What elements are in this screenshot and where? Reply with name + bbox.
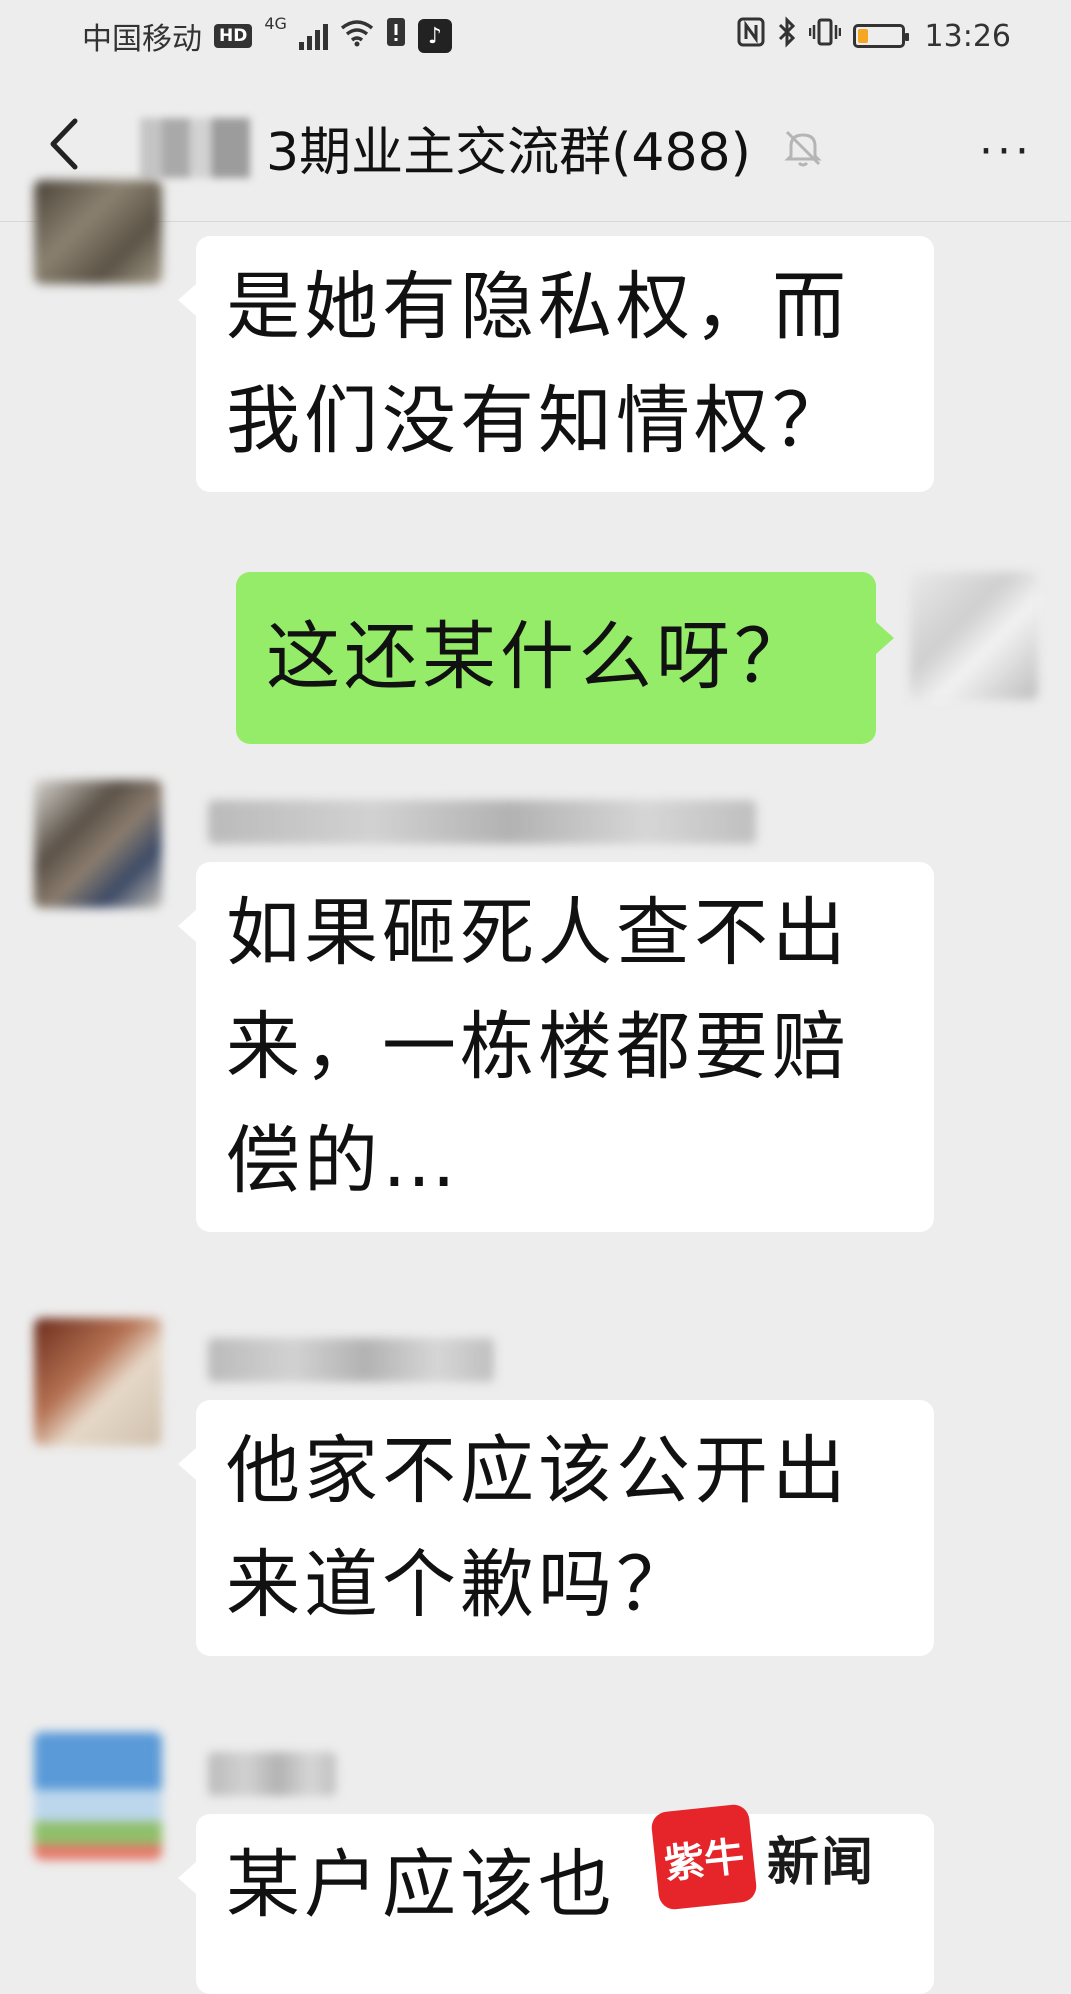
news-watermark: 紫牛 新闻: [650, 1803, 876, 1911]
message-line: 如果砸死人查不出: [226, 890, 850, 976]
message-line: 偿的…: [226, 1118, 460, 1204]
message-line: 来道个歉吗？: [226, 1542, 694, 1628]
chevron-left-icon: [50, 118, 78, 170]
message-line: 他家不应该公开出: [226, 1428, 850, 1514]
vibrate-icon: [808, 17, 841, 55]
status-bar: 中国移动 HD 4G ♪ 13:26: [0, 0, 1071, 72]
avatar[interactable]: [34, 780, 162, 908]
watermark-brand: 新闻: [767, 1831, 876, 1893]
watermark-logo: 紫牛: [650, 1803, 758, 1911]
message-line: 来，一栋楼都要赔: [226, 1004, 850, 1090]
carrier-label: 中国移动: [82, 22, 202, 57]
message-bubble[interactable]: 他家不应该公开出 来道个歉吗？: [178, 1400, 934, 1656]
sim-alert-icon: [386, 17, 406, 55]
avatar[interactable]: [34, 1732, 162, 1860]
status-bar-right: 13:26: [737, 16, 1011, 56]
chat-title-area[interactable]: 3期业主交流群(488): [140, 110, 825, 185]
bluetooth-icon: [777, 16, 797, 56]
avatar-self[interactable]: [910, 572, 1038, 700]
back-button[interactable]: [34, 114, 94, 174]
tiktok-icon: ♪: [417, 19, 452, 53]
message-line: 我们没有知情权？: [226, 378, 850, 464]
mute-bell-icon: [784, 130, 822, 166]
message-line: 这还某什么呀？: [266, 614, 812, 700]
status-bar-left: 中国移动 HD 4G ♪: [82, 14, 452, 58]
sender-nickname-redacted: [208, 800, 756, 844]
redacted-group-name: [140, 117, 250, 178]
hd-badge: HD: [214, 24, 253, 48]
clock: 13:26: [924, 18, 1011, 54]
battery-icon: [852, 24, 909, 48]
sender-nickname-redacted: [208, 1752, 336, 1796]
wifi-icon: [340, 19, 374, 54]
message-bubble[interactable]: 如果砸死人查不出 来，一栋楼都要赔 偿的…: [178, 862, 934, 1232]
message-line: 是她有隐私权，而: [226, 264, 850, 350]
avatar[interactable]: [34, 180, 162, 284]
more-options-button[interactable]: ···: [979, 126, 1033, 177]
avatar[interactable]: [34, 1318, 162, 1446]
message-bubble[interactable]: 是她有隐私权，而 我们没有知情权？: [178, 236, 934, 492]
nfc-icon: [737, 17, 765, 55]
sender-nickname-redacted: [208, 1338, 494, 1382]
signal-icon: [298, 22, 328, 50]
chat-title: 3期业主交流群(488): [266, 123, 751, 183]
network-label: 4G: [264, 14, 287, 33]
message-bubble-own[interactable]: 这还某什么呀？: [236, 572, 894, 744]
